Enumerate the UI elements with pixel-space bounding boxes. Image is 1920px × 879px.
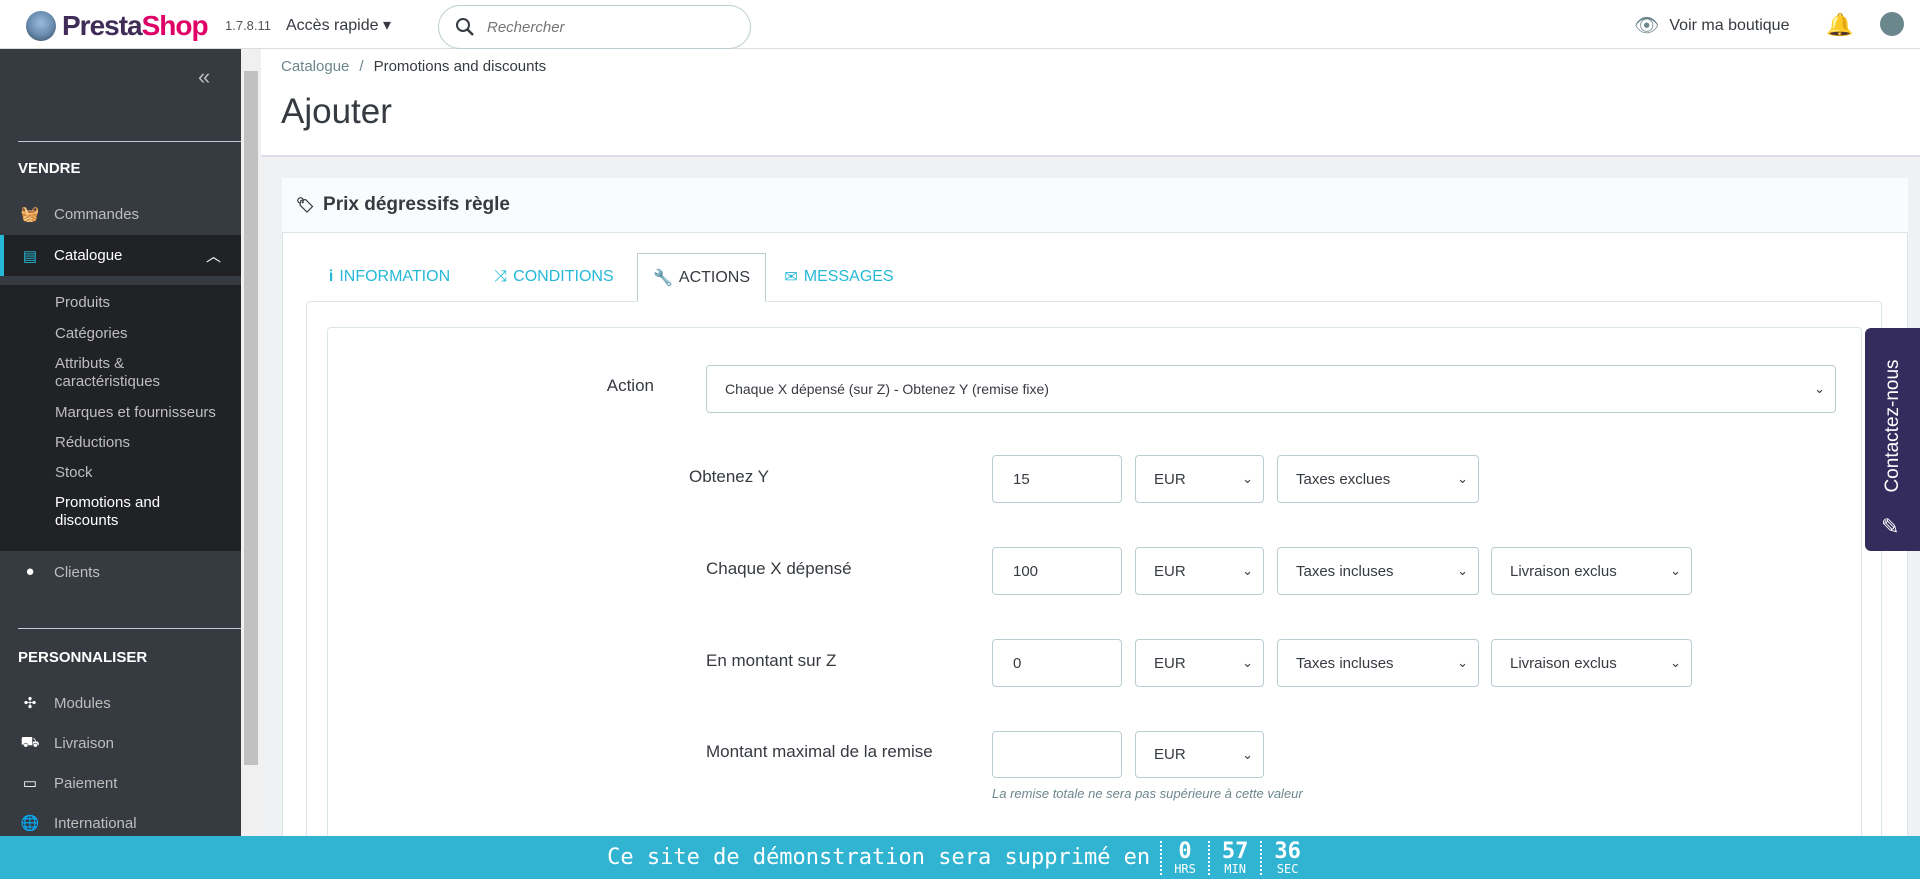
sidebar-item-modules[interactable]: ✣ Modules bbox=[0, 684, 241, 722]
tab-actions[interactable]: 🔧 ACTIONS bbox=[637, 253, 766, 302]
section-personnaliser: PERSONNALISER bbox=[18, 649, 148, 666]
globe-icon: 🌐 bbox=[20, 815, 40, 832]
collapse-sidebar-icon[interactable]: « bbox=[198, 64, 210, 90]
divider bbox=[18, 141, 241, 142]
search-box[interactable] bbox=[438, 5, 751, 49]
chevron-down-icon: ⌄ bbox=[1242, 746, 1253, 762]
divider bbox=[18, 628, 241, 629]
montant-z-tax-select[interactable]: Taxes incluses ⌄ bbox=[1277, 639, 1479, 687]
basket-icon: 🧺 bbox=[20, 206, 40, 223]
contact-us-button[interactable]: Contactez-nous ✎ bbox=[1865, 328, 1920, 551]
action-select[interactable]: Chaque X dépensé (sur Z) - Obtenez Y (re… bbox=[706, 365, 1836, 413]
version-label: 1.7.8.11 bbox=[225, 18, 272, 33]
chaque-x-shipping-select[interactable]: Livraison exclus ⌄ bbox=[1491, 547, 1692, 595]
sidebar-item-paiement[interactable]: ▭ Paiement bbox=[0, 764, 241, 802]
chevron-down-icon: ⌄ bbox=[1457, 655, 1468, 670]
random-icon: ⤨ bbox=[494, 268, 508, 285]
montant-z-input[interactable]: 0 bbox=[992, 639, 1122, 687]
envelope-icon: ✉ bbox=[784, 269, 798, 286]
page-title: Ajouter bbox=[281, 92, 392, 131]
breadcrumb-current: Promotions and discounts bbox=[373, 58, 547, 75]
sidebar-subitem-attributs[interactable]: Attributs & caractéristiques bbox=[55, 355, 205, 391]
chevron-up-icon: ︿ bbox=[205, 248, 221, 265]
sidebar-item-catalogue[interactable]: ▤ Catalogue ︿ bbox=[0, 235, 241, 276]
view-shop-link[interactable]: 👁 Voir ma boutique bbox=[1634, 13, 1789, 38]
obtenez-y-currency-select[interactable]: EUR ⌄ bbox=[1135, 455, 1264, 503]
eye-icon: 👁 bbox=[1634, 15, 1660, 37]
max-amount-label: Montant maximal de la remise bbox=[706, 742, 933, 761]
chaque-x-tax-select[interactable]: Taxes incluses ⌄ bbox=[1277, 547, 1479, 595]
search-input[interactable] bbox=[487, 18, 707, 36]
breadcrumb-catalogue[interactable]: Catalogue bbox=[281, 58, 349, 75]
sidebar-subitem-reductions[interactable]: Réductions bbox=[55, 434, 235, 452]
card-header: 🏷 Prix dégressifs règle bbox=[282, 178, 1908, 233]
montant-z-shipping-select[interactable]: Livraison exclus ⌄ bbox=[1491, 639, 1692, 687]
obtenez-y-tax-select[interactable]: Taxes exclues ⌄ bbox=[1277, 455, 1479, 503]
chevron-down-icon: ⌄ bbox=[1457, 471, 1468, 486]
sidebar-item-clients[interactable]: ● Clients bbox=[0, 553, 241, 591]
montant-z-label: En montant sur Z bbox=[706, 651, 837, 670]
credit-card-icon: ▭ bbox=[22, 775, 38, 792]
countdown-seconds: 36 SEC bbox=[1260, 840, 1313, 875]
chaque-x-input[interactable]: 100 bbox=[992, 547, 1122, 595]
chaque-x-label: Chaque X dépensé bbox=[706, 559, 852, 578]
user-account-icon[interactable] bbox=[1880, 12, 1904, 36]
quick-access-dropdown[interactable]: Accès rapide ▾ bbox=[286, 15, 391, 35]
sidebar-subitem-stock[interactable]: Stock bbox=[55, 464, 235, 482]
pencil-icon: ✎ bbox=[1881, 514, 1900, 539]
chaque-x-currency-select[interactable]: EUR ⌄ bbox=[1135, 547, 1264, 595]
tag-icon: 🏷 bbox=[296, 197, 316, 214]
sidebar-subitem-promotions[interactable]: Promotions and discounts bbox=[55, 494, 205, 530]
chevron-down-icon: ⌄ bbox=[1670, 655, 1681, 670]
tab-conditions[interactable]: ⤨ CONDITIONS bbox=[471, 253, 637, 301]
chevron-down-icon: ⌄ bbox=[1242, 655, 1253, 670]
countdown-hours: 0 HRS bbox=[1160, 840, 1208, 875]
notifications-bell-icon[interactable]: 🔔 bbox=[1826, 12, 1853, 38]
chevron-down-icon: ⌄ bbox=[1242, 563, 1253, 578]
puzzle-icon: ✣ bbox=[23, 695, 37, 712]
search-icon bbox=[456, 18, 474, 36]
max-amount-help: La remise totale ne sera pas supérieure … bbox=[992, 786, 1303, 801]
puffin-logo-icon bbox=[26, 11, 56, 41]
chevron-down-icon: ⌄ bbox=[1242, 471, 1253, 486]
tab-messages[interactable]: ✉ MESSAGES bbox=[766, 253, 912, 301]
prestashop-logo[interactable]: PrestaShop bbox=[26, 10, 209, 42]
wrench-icon: 🔧 bbox=[652, 269, 673, 287]
sidebar-subitem-categories[interactable]: Catégories bbox=[55, 325, 235, 343]
sidebar-item-livraison[interactable]: ⛟ Livraison bbox=[0, 724, 241, 762]
store-icon: ▤ bbox=[22, 247, 38, 265]
truck-icon: ⛟ bbox=[20, 734, 40, 751]
chevron-down-icon: ⌄ bbox=[1457, 563, 1468, 578]
account-icon: ● bbox=[25, 563, 35, 580]
sidebar-subitem-produits[interactable]: Produits bbox=[55, 294, 235, 312]
obtenez-y-input[interactable]: 15 bbox=[992, 455, 1122, 503]
montant-z-currency-select[interactable]: EUR ⌄ bbox=[1135, 639, 1264, 687]
max-amount-input[interactable] bbox=[992, 731, 1122, 778]
tab-information[interactable]: i INFORMATION bbox=[308, 253, 471, 301]
chevron-down-icon: ⌄ bbox=[1814, 381, 1825, 396]
info-icon: i bbox=[328, 268, 334, 285]
max-amount-currency-select[interactable]: EUR ⌄ bbox=[1135, 731, 1264, 778]
chevron-down-icon: ⌄ bbox=[1670, 563, 1681, 578]
caret-down-icon: ▾ bbox=[382, 17, 391, 34]
obtenez-y-label: Obtenez Y bbox=[689, 467, 770, 486]
countdown-minutes: 57 MIN bbox=[1207, 840, 1261, 875]
sidebar-item-commandes[interactable]: 🧺 Commandes bbox=[0, 195, 241, 233]
sidebar-scrollbar-thumb[interactable] bbox=[244, 71, 258, 765]
section-vendre: VENDRE bbox=[18, 160, 81, 177]
demo-countdown-banner: Ce site de démonstration sera supprimé e… bbox=[0, 836, 1920, 879]
breadcrumb: Catalogue / Promotions and discounts bbox=[281, 58, 547, 75]
sidebar-subitem-marques[interactable]: Marques et fournisseurs bbox=[55, 404, 235, 422]
action-label: Action bbox=[606, 376, 654, 395]
